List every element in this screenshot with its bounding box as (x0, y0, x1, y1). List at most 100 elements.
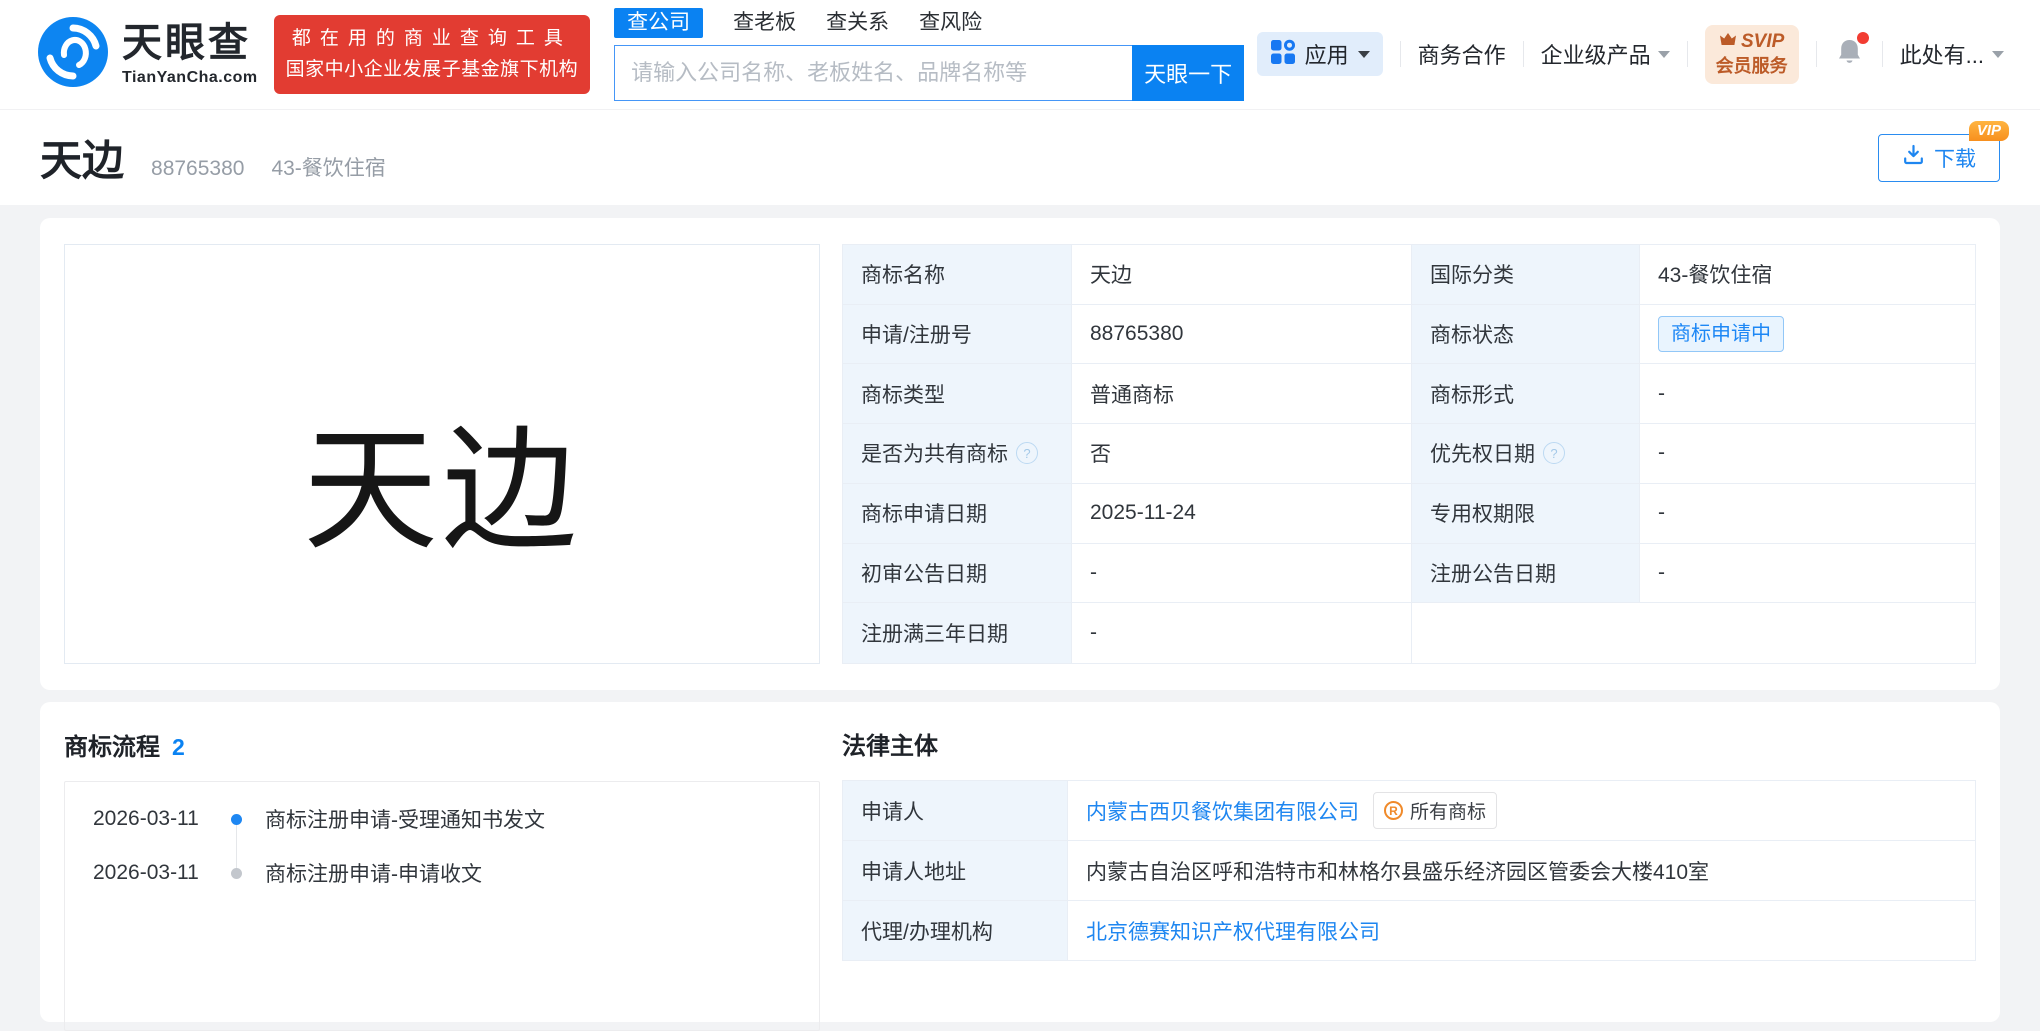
main-content: 天边 商标名称 天边 国际分类 43-餐饮住宿 申请/注册号 88765380 … (0, 205, 2040, 1022)
page-title: 天边 (40, 127, 124, 188)
notification-dot (1857, 32, 1869, 44)
divider (1400, 41, 1401, 67)
chevron-down-icon (1658, 51, 1670, 58)
trademark-image-text: 天边 (303, 380, 581, 576)
divider (1816, 41, 1817, 67)
process-timeline-box: 2026-03-11 商标注册申请-受理通知书发文 2026-03-11 商标注… (64, 781, 820, 1031)
timeline-item: 2026-03-11 商标注册申请-申请收文 (65, 846, 819, 900)
trademark-status-badge: 商标申请中 (1658, 316, 1784, 352)
chevron-down-icon (1358, 51, 1370, 58)
detail-label: 注册满三年日期 (843, 603, 1072, 663)
process-count: 2 (172, 732, 185, 762)
detail-label: 专用权期限 (1412, 484, 1640, 544)
detail-label: 商标形式 (1412, 364, 1640, 424)
detail-value: - (1640, 364, 1975, 424)
detail-value: 2025-11-24 (1072, 484, 1412, 544)
svip-member-service[interactable]: SVIP 会员服务 (1705, 25, 1799, 83)
detail-value: - (1640, 544, 1975, 604)
grid-apps-icon (1270, 39, 1296, 70)
legal-entity-section: 法律主体 申请人 内蒙古西贝餐饮集团有限公司 R 所有商标 申请人地址 内蒙古自… (842, 732, 1976, 992)
timeline-item: 2026-03-11 商标注册申请-受理通知书发文 (65, 792, 819, 846)
nav-business-cooperation[interactable]: 商务合作 (1418, 38, 1506, 70)
detail-label: 申请/注册号 (843, 305, 1072, 365)
detail-value: - (1072, 544, 1412, 604)
trademark-detail-card: 天边 商标名称 天边 国际分类 43-餐饮住宿 申请/注册号 88765380 … (40, 218, 2000, 690)
detail-value: 普通商标 (1072, 364, 1412, 424)
legal-label: 申请人 (843, 781, 1068, 841)
svip-label: SVIP (1741, 30, 1784, 55)
agency-company-link[interactable]: 北京德赛知识产权代理有限公司 (1086, 916, 1380, 946)
divider (1882, 41, 1883, 67)
trademark-image: 天边 (64, 244, 820, 664)
all-trademarks-badge[interactable]: R 所有商标 (1373, 792, 1497, 829)
brand-name: 天眼查 (122, 23, 258, 63)
download-label: 下载 (1934, 143, 1976, 173)
username: 此处有... (1900, 38, 1984, 70)
tab-risk[interactable]: 查风险 (919, 8, 982, 38)
detail-label: 商标类型 (843, 364, 1072, 424)
applicant-company-link[interactable]: 内蒙古西贝餐饮集团有限公司 (1086, 796, 1359, 826)
detail-value: 88765380 (1072, 305, 1412, 365)
intl-class: 43-餐饮住宿 (271, 152, 385, 182)
detail-label: 是否为共有商标 ? (843, 424, 1072, 484)
tab-relation[interactable]: 查关系 (826, 8, 889, 38)
divider (1523, 41, 1524, 67)
process-section-title: 商标流程 (64, 733, 160, 763)
trademark-process-section: 商标流程 2 2026-03-11 商标注册申请-受理通知书发文 2026-03… (64, 732, 820, 992)
detail-value: 商标申请中 (1640, 305, 1975, 365)
promo-line1: 都在用的商业查询工具 (286, 24, 579, 54)
search-button[interactable]: 天眼一下 (1132, 45, 1244, 101)
trademark-detail-table: 商标名称 天边 国际分类 43-餐饮住宿 申请/注册号 88765380 商标状… (842, 244, 1976, 664)
tianyancha-logo[interactable]: 天眼查 TianYanCha.com (36, 15, 258, 94)
divider (1687, 41, 1688, 67)
apps-menu[interactable]: 应用 (1257, 32, 1383, 76)
detail-label: 初审公告日期 (843, 544, 1072, 604)
help-icon[interactable]: ? (1543, 442, 1565, 464)
search-tabs: 查公司 查老板 查关系 查风险 (614, 8, 1244, 38)
legal-value: 内蒙古西贝餐饮集团有限公司 R 所有商标 (1068, 781, 1975, 841)
search-block: 查公司 查老板 查关系 查风险 天眼一下 (614, 8, 1244, 101)
bell-icon (1836, 53, 1863, 70)
download-button[interactable]: 下载 (1878, 134, 2000, 182)
timeline-date: 2026-03-11 (93, 861, 211, 885)
help-icon[interactable]: ? (1016, 442, 1038, 464)
brand-domain: TianYanCha.com (122, 70, 258, 86)
crown-icon (1719, 30, 1737, 55)
legal-section-title: 法律主体 (842, 732, 938, 762)
detail-label: 商标状态 (1412, 305, 1640, 365)
promo-banner: 都在用的商业查询工具 国家中小企业发展子基金旗下机构 (274, 15, 591, 94)
header-nav: 应用 商务合作 企业级产品 SVIP 会员服务 (1257, 25, 2004, 83)
detail-value: 否 (1072, 424, 1412, 484)
legal-value: 内蒙古自治区呼和浩特市和林格尔县盛乐经济园区管委会大楼410室 (1068, 841, 1975, 901)
detail-value: - (1640, 484, 1975, 544)
registered-trademark-icon: R (1384, 801, 1403, 820)
detail-label: 国际分类 (1412, 245, 1640, 305)
timeline-dot-icon (231, 868, 242, 879)
detail-value: 43-餐饮住宿 (1640, 245, 1975, 305)
nav-enterprise-products[interactable]: 企业级产品 (1541, 38, 1670, 70)
vip-tag: VIP (1969, 121, 2009, 141)
enterprise-label: 企业级产品 (1541, 38, 1651, 70)
detail-value: 天边 (1072, 245, 1412, 305)
apps-label: 应用 (1305, 38, 1349, 70)
search-input[interactable] (614, 45, 1132, 101)
top-header: 天眼查 TianYanCha.com 都在用的商业查询工具 国家中小企业发展子基… (0, 0, 2040, 110)
tab-boss[interactable]: 查老板 (733, 8, 796, 38)
all-trademarks-label: 所有商标 (1410, 797, 1486, 824)
chevron-down-icon (1992, 51, 2004, 58)
legal-label: 申请人地址 (843, 841, 1068, 901)
empty-cell (1412, 603, 1975, 663)
detail-label: 商标名称 (843, 245, 1072, 305)
legal-label: 代理/办理机构 (843, 901, 1068, 961)
timeline-label: 商标注册申请-申请收文 (265, 858, 482, 888)
legal-value: 北京德赛知识产权代理有限公司 (1068, 901, 1975, 961)
registration-number: 88765380 (151, 157, 244, 181)
logo-swirl-icon (36, 15, 110, 94)
notifications-bell[interactable] (1834, 36, 1865, 73)
legal-entity-table: 申请人 内蒙古西贝餐饮集团有限公司 R 所有商标 申请人地址 内蒙古自治区呼和浩… (842, 780, 1976, 961)
detail-label: 商标申请日期 (843, 484, 1072, 544)
user-account-menu[interactable]: 此处有... (1900, 38, 2004, 70)
member-service-label: 会员服务 (1716, 55, 1788, 78)
tab-company[interactable]: 查公司 (614, 8, 703, 38)
detail-value: - (1640, 424, 1975, 484)
